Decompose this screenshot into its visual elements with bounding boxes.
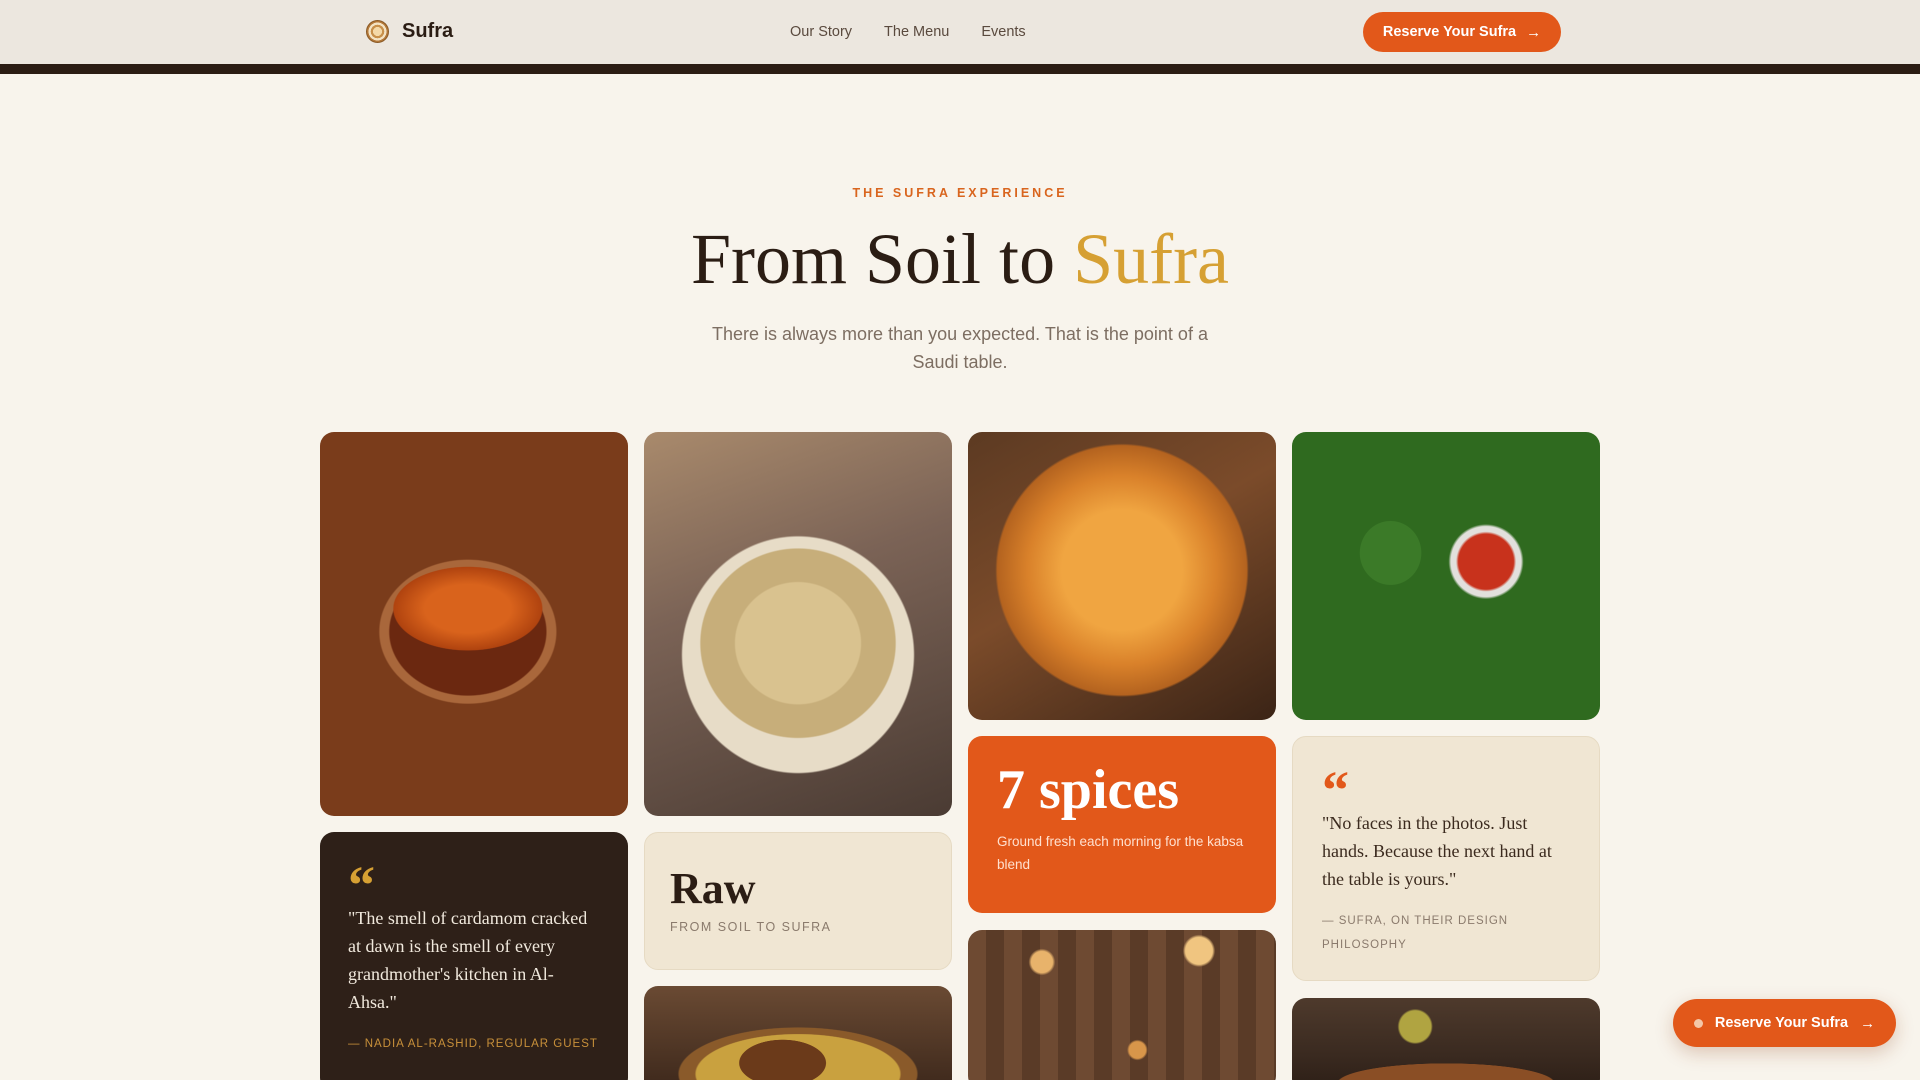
section-eyebrow: THE SUFRA EXPERIENCE xyxy=(852,186,1068,200)
nav-link-the-menu[interactable]: The Menu xyxy=(884,24,949,40)
raw-card: Raw FROM SOIL TO SUFRA xyxy=(644,832,952,970)
saffron-tea-photo xyxy=(320,432,628,816)
brand-link[interactable]: Sufra xyxy=(366,20,453,43)
quote-icon: “ xyxy=(1322,760,1349,820)
arrow-right-icon: → xyxy=(1526,23,1542,41)
title-main: From Soil to xyxy=(690,219,1074,299)
quote-attribution: — SUFRA, ON THEIR DESIGN PHILOSOPHY xyxy=(1322,915,1509,951)
raw-title: Raw xyxy=(670,864,756,913)
restaurant-interior-photo xyxy=(968,930,1276,1080)
floating-reserve-button[interactable]: Reserve Your Sufra → xyxy=(1673,999,1896,1047)
title-accent: Sufra xyxy=(1073,219,1230,299)
top-nav: Sufra Our Story The Menu Events Reserve … xyxy=(0,0,1920,74)
dining-table-photo xyxy=(1292,998,1600,1080)
raw-subtitle: FROM SOIL TO SUFRA xyxy=(670,920,832,934)
dot-icon xyxy=(1693,1018,1703,1028)
nav-link-our-story[interactable]: Our Story xyxy=(790,24,852,40)
guest-quote-card: “ "The smell of cardamom cracked at dawn… xyxy=(320,832,628,1080)
philosophy-quote-card: “ "No faces in the photos. Just hands. B… xyxy=(1292,736,1600,981)
reserve-button-label: Reserve Your Sufra xyxy=(1382,24,1517,40)
quote-text: "The smell of cardamom cracked at dawn i… xyxy=(348,908,588,1012)
floating-reserve-label: Reserve Your Sufra xyxy=(1714,1015,1849,1031)
stat-value: 7 spices xyxy=(997,759,1179,821)
reserve-button[interactable]: Reserve Your Sufra → xyxy=(1363,12,1561,52)
quote-icon: “ xyxy=(348,855,375,915)
nav-links: Our Story The Menu Events xyxy=(790,24,1026,40)
mandi-photo xyxy=(644,986,952,1080)
brand-name: Sufra xyxy=(402,20,454,42)
spiced-rice-photo xyxy=(644,432,952,816)
quote-text: "No faces in the photos. Just hands. Bec… xyxy=(1322,813,1552,889)
page-subtitle: There is always more than you expected. … xyxy=(712,324,1208,372)
kunafa-photo xyxy=(968,432,1276,720)
page-title: From Soil to Sufra xyxy=(0,218,1920,301)
salsa-plate-photo xyxy=(1292,432,1600,720)
arrow-right-icon: → xyxy=(1860,1014,1876,1032)
logo-icon xyxy=(366,20,389,43)
nav-link-events[interactable]: Events xyxy=(981,24,1025,40)
stat-description: Ground fresh each morning for the kabsa … xyxy=(997,834,1244,872)
quote-attribution: — NADIA AL-RASHID, REGULAR GUEST xyxy=(348,1038,598,1050)
spices-stat-card: 7 spices Ground fresh each morning for t… xyxy=(968,736,1276,913)
